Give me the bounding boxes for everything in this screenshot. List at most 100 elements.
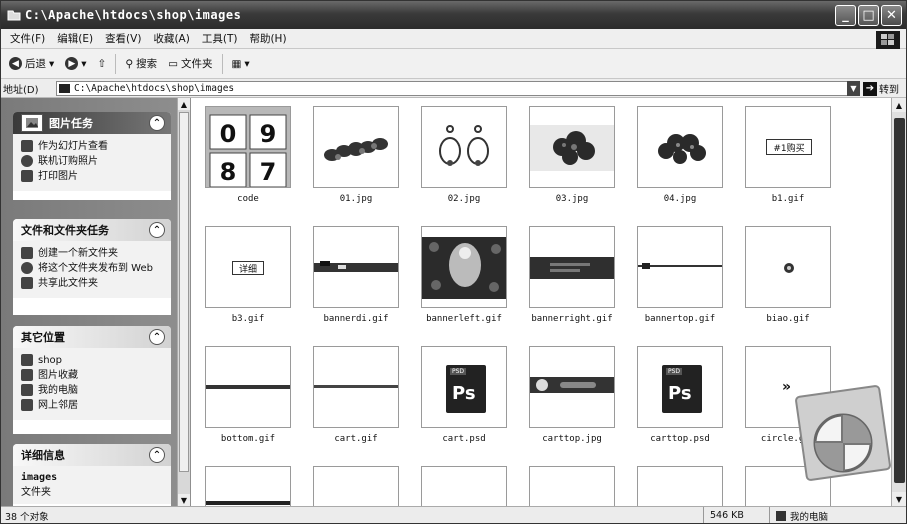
menu-favorites[interactable]: 收藏(A) <box>147 31 195 46</box>
file-tile[interactable] <box>313 466 399 506</box>
flowers-thumbnail <box>530 125 614 171</box>
file-name[interactable]: bannertop.gif <box>625 314 735 324</box>
file-tile-code[interactable]: 0 9 8 7 <box>205 106 291 188</box>
file-name[interactable]: bannerdi.gif <box>301 314 411 324</box>
task-order-prints[interactable]: 联机订购照片 <box>21 155 163 168</box>
task-label: 作为幻灯片查看 <box>38 141 108 152</box>
forward-button[interactable]: ▶ ▾ <box>61 55 90 72</box>
file-name[interactable]: b3.gif <box>193 314 303 324</box>
file-name[interactable]: 04.jpg <box>625 194 735 204</box>
folders-label: 文件夹 <box>181 58 213 70</box>
address-input[interactable]: C:\Apache\htdocs\shop\images <box>56 81 848 96</box>
file-tile-03jpg[interactable] <box>529 106 615 188</box>
place-shop[interactable]: shop <box>21 354 163 367</box>
title-bar[interactable]: C:\Apache\htdocs\shop\images _ □ ✕ <box>1 1 906 29</box>
file-name[interactable]: code <box>193 194 303 204</box>
menu-view[interactable]: 查看(V) <box>99 31 147 46</box>
file-tile-01jpg[interactable] <box>313 106 399 188</box>
menu-help[interactable]: 帮助(H) <box>243 31 292 46</box>
file-tasks-header[interactable]: 文件和文件夹任务 ⌃ <box>13 219 171 241</box>
file-tile-bannertop[interactable] <box>637 226 723 308</box>
task-new-folder[interactable]: 创建一个新文件夹 <box>21 247 163 260</box>
file-tile[interactable] <box>205 466 291 506</box>
explorer-window: C:\Apache\htdocs\shop\images _ □ ✕ 文件(F)… <box>0 0 907 524</box>
file-tile[interactable] <box>637 466 723 506</box>
chevron-down-icon[interactable]: ▾ <box>81 58 86 70</box>
banner-left-thumbnail <box>422 237 506 299</box>
task-print[interactable]: 打印图片 <box>21 170 163 183</box>
panel-body: images 文件夹 <box>13 466 171 504</box>
file-name[interactable]: bannerright.gif <box>517 314 627 324</box>
file-name[interactable]: carttop.jpg <box>517 434 627 444</box>
file-tile-bannerdi[interactable] <box>313 226 399 308</box>
minimize-button[interactable]: _ <box>835 5 856 26</box>
other-places-panel: 其它位置 ⌃ shop 图片收藏 我的电脑 网上邻居 <box>13 326 171 434</box>
chevron-down-icon[interactable]: ▾ <box>49 58 54 70</box>
file-tile-04jpg[interactable] <box>637 106 723 188</box>
collapse-chevron-icon[interactable]: ⌃ <box>149 115 165 131</box>
views-button[interactable]: ▦ ▾ <box>228 56 254 72</box>
digit-tile: 9 <box>260 120 277 148</box>
collapse-chevron-icon[interactable]: ⌃ <box>149 329 165 345</box>
file-name[interactable]: b1.gif <box>733 194 843 204</box>
scroll-down-arrow-icon[interactable]: ▼ <box>178 494 190 506</box>
place-my-pictures[interactable]: 图片收藏 <box>21 369 163 382</box>
file-tile-cartpsd[interactable]: PSD Ps <box>421 346 507 428</box>
scroll-down-arrow-icon[interactable]: ▼ <box>892 492 906 506</box>
go-button[interactable]: ➔ 转到 <box>863 81 899 96</box>
file-tile-bannerright[interactable] <box>529 226 615 308</box>
detail-button-thumbnail: 详细 <box>232 261 264 275</box>
file-name[interactable]: biao.gif <box>733 314 843 324</box>
menu-edit[interactable]: 编辑(E) <box>51 31 99 46</box>
file-name[interactable]: cart.gif <box>301 434 411 444</box>
file-name[interactable]: cart.psd <box>409 434 519 444</box>
back-button[interactable]: ◀ 后退 ▾ <box>5 54 58 73</box>
task-slideshow[interactable]: 作为幻灯片查看 <box>21 140 163 153</box>
details-header[interactable]: 详细信息 ⌃ <box>13 444 171 466</box>
place-my-computer[interactable]: 我的电脑 <box>21 384 163 397</box>
maximize-button[interactable]: □ <box>858 5 879 26</box>
menu-file[interactable]: 文件(F) <box>4 31 51 46</box>
picture-tasks-header[interactable]: 图片任务 ⌃ <box>13 112 171 134</box>
search-button[interactable]: ⚲ 搜索 <box>121 54 161 73</box>
menu-tools[interactable]: 工具(T) <box>196 31 244 46</box>
folder-icon <box>59 84 70 93</box>
file-tile-carttoppsd[interactable]: PSD Ps <box>637 346 723 428</box>
file-name[interactable]: bottom.gif <box>193 434 303 444</box>
scrollbar-thumb[interactable] <box>894 118 905 483</box>
file-name[interactable]: carttop.psd <box>625 434 735 444</box>
place-network[interactable]: 网上邻居 <box>21 399 163 412</box>
scroll-up-arrow-icon[interactable]: ▲ <box>892 98 906 112</box>
file-tile-biaogif[interactable] <box>745 226 831 308</box>
close-button[interactable]: ✕ <box>881 5 902 26</box>
address-dropdown-button[interactable]: ▼ <box>847 81 860 96</box>
task-publish-web[interactable]: 将这个文件夹发布到 Web <box>21 262 163 275</box>
scrollbar-thumb[interactable] <box>179 112 189 472</box>
file-tile-b3gif[interactable]: 详细 <box>205 226 291 308</box>
file-view-scrollbar[interactable]: ▲ ▼ <box>891 98 906 506</box>
file-tile[interactable] <box>529 466 615 506</box>
up-button[interactable]: ⇧ <box>94 56 111 72</box>
folder-icon <box>21 354 33 366</box>
file-tile[interactable] <box>421 466 507 506</box>
file-tile-02jpg[interactable] <box>421 106 507 188</box>
scroll-up-arrow-icon[interactable]: ▲ <box>178 98 190 110</box>
file-tile-cartgif[interactable] <box>313 346 399 428</box>
folders-button[interactable]: ▭ 文件夹 <box>164 54 216 73</box>
task-share-folder[interactable]: 共享此文件夹 <box>21 277 163 290</box>
file-name[interactable]: 02.jpg <box>409 194 519 204</box>
file-tile-bottomgif[interactable] <box>205 346 291 428</box>
chevron-down-icon[interactable]: ▾ <box>244 58 249 70</box>
banner-right-thumbnail <box>530 257 614 279</box>
folder-icon: 0 9 8 7 <box>206 107 290 187</box>
file-name[interactable]: 03.jpg <box>517 194 627 204</box>
collapse-chevron-icon[interactable]: ⌃ <box>149 447 165 463</box>
file-tile-carttopjpg[interactable] <box>529 346 615 428</box>
file-name[interactable]: 01.jpg <box>301 194 411 204</box>
other-places-header[interactable]: 其它位置 ⌃ <box>13 326 171 348</box>
task-pane-scrollbar[interactable]: ▲ ▼ <box>177 98 190 506</box>
file-tile-b1gif[interactable]: #1购买 <box>745 106 831 188</box>
file-name[interactable]: bannerleft.gif <box>409 314 519 324</box>
file-tile-bannerleft[interactable] <box>421 226 507 308</box>
collapse-chevron-icon[interactable]: ⌃ <box>149 222 165 238</box>
